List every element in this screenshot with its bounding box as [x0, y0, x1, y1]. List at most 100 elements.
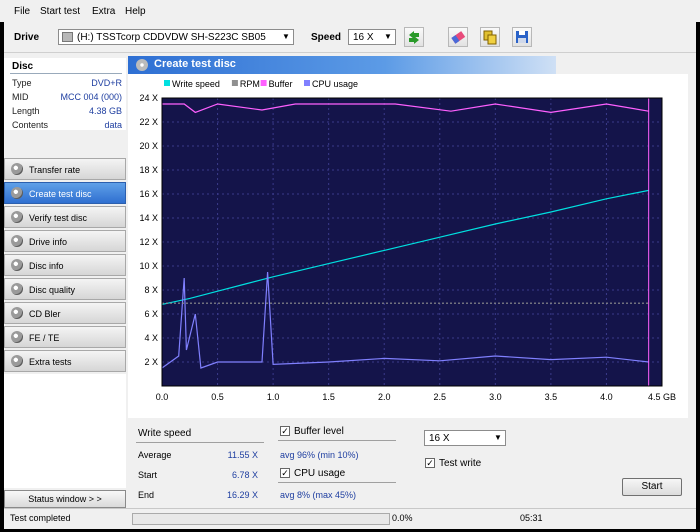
start-value: 6.78 X [231, 470, 258, 480]
cpu-usage-checkbox[interactable]: ✓ [280, 468, 290, 478]
average-label: Average [138, 450, 172, 460]
menu-file[interactable]: File [14, 6, 30, 17]
disc-icon [11, 331, 23, 343]
y-tick-label: 12 X [139, 237, 158, 247]
disc-key: MID [12, 92, 29, 102]
menu-extra[interactable]: Extra [92, 6, 115, 17]
cpu-usage-label: CPU usage [294, 468, 346, 479]
copy-button[interactable] [480, 27, 500, 47]
y-tick-label: 8 X [144, 285, 158, 295]
x-tick-label: 4.5 GB [648, 392, 676, 402]
save-icon [516, 31, 528, 43]
disc-header: Disc [12, 61, 34, 72]
disc-icon [136, 59, 148, 71]
nav-cd-bler[interactable]: CD Bler [4, 302, 126, 324]
x-tick-label: 1.5 [322, 392, 335, 402]
menu-bar: File Start test Extra Help [0, 0, 700, 22]
disc-value: DVD+R [91, 78, 122, 88]
nav-label: Create test disc [29, 189, 92, 199]
disc-icon [11, 259, 23, 271]
nav-transfer-rate[interactable]: Transfer rate [4, 158, 126, 180]
chevron-down-icon: ▼ [282, 32, 290, 41]
legend-swatch [304, 80, 310, 86]
disc-row-mid: MID MCC 004 (000) [12, 92, 124, 104]
start-button[interactable]: Start [622, 478, 682, 496]
nav-fe-te[interactable]: FE / TE [4, 326, 126, 348]
test-write-label: Test write [439, 458, 482, 469]
test-speed-value: 16 X [429, 433, 450, 444]
cpu-usage-value: avg 8% (max 45%) [280, 490, 357, 500]
speed-label: Speed [311, 32, 342, 43]
disc-row-length: Length 4.38 GB [12, 106, 124, 118]
erase-button[interactable] [448, 27, 468, 47]
nav-drive-info[interactable]: Drive info [4, 230, 126, 252]
speed-value: 16 X [353, 32, 374, 43]
disc-value: 4.38 GB [88, 106, 122, 116]
nav-label: Drive info [29, 237, 68, 247]
x-tick-label: 0.0 [156, 392, 169, 402]
nav-label: CD Bler [29, 309, 61, 319]
disc-icon [11, 211, 23, 223]
x-tick-label: 2.0 [378, 392, 391, 402]
start-label: Start [138, 470, 158, 480]
status-text: Test completed [10, 513, 71, 523]
y-tick-label: 22 X [139, 117, 158, 127]
disc-value: data [104, 120, 122, 130]
menu-help[interactable]: Help [125, 6, 146, 17]
y-tick-label: 16 X [139, 189, 158, 199]
save-button[interactable] [512, 27, 532, 47]
x-tick-label: 4.0 [600, 392, 613, 402]
divider [136, 442, 264, 443]
speed-select[interactable]: 16 X ▼ [348, 29, 396, 45]
y-tick-label: 10 X [139, 261, 158, 271]
x-tick-label: 2.5 [434, 392, 447, 402]
nav-label: Disc info [29, 261, 64, 271]
x-tick-label: 3.0 [489, 392, 502, 402]
drive-value: (H:) TSSTcorp CDDVDW SH-S223C SB05 [77, 32, 266, 43]
progress-bar [132, 513, 390, 525]
stats-title: Write speed [138, 428, 192, 439]
x-tick-label: 0.5 [211, 392, 224, 402]
disc-row-type: Type DVD+R [12, 78, 124, 90]
buffer-level-checkbox[interactable]: ✓ [280, 426, 290, 436]
refresh-icon [409, 31, 419, 44]
disc-icon [11, 163, 23, 175]
chart-area: Write speed RPM Buffer CPU usage 2 X 4 X 6 X 8 … [128, 74, 688, 418]
legend-label: Write speed [172, 79, 220, 89]
disc-key: Length [12, 106, 40, 116]
copy-icon [483, 30, 497, 45]
legend-swatch [260, 80, 267, 86]
left-panel: Disc Type DVD+R MID MCC 004 (000) Length 4.… [4, 58, 126, 508]
nav-disc-quality[interactable]: Disc quality [4, 278, 126, 300]
nav-extra-tests[interactable]: Extra tests [4, 350, 126, 372]
nav-disc-info[interactable]: Disc info [4, 254, 126, 276]
nav-label: Extra tests [29, 357, 72, 367]
end-value: 16.29 X [226, 490, 258, 500]
disc-icon [11, 355, 23, 367]
refresh-button[interactable] [404, 27, 424, 47]
nav-label: Verify test disc [29, 213, 88, 223]
y-tick-label: 24 X [139, 93, 158, 103]
disc-info-panel: Disc Type DVD+R MID MCC 004 (000) Length 4.… [4, 58, 126, 130]
test-speed-select[interactable]: 16 X ▼ [424, 430, 506, 446]
test-write-checkbox[interactable]: ✓ [425, 458, 435, 468]
nav-verify-test-disc[interactable]: Verify test disc [4, 206, 126, 228]
panel-title-bar: Create test disc [128, 56, 556, 74]
average-value: 11.55 X [227, 450, 258, 460]
write-speed-chart: Write speed RPM Buffer CPU usage 2 X 4 X 6 X 8 … [128, 74, 688, 418]
nav-create-test-disc[interactable]: Create test disc [4, 182, 126, 204]
chevron-down-icon: ▼ [384, 32, 392, 41]
buffer-level-value: avg 96% (min 10%) [280, 450, 359, 460]
disc-icon [11, 283, 23, 295]
legend-label: Buffer [269, 79, 293, 89]
disc-icon [11, 235, 23, 247]
drive-select[interactable]: (H:) TSSTcorp CDDVDW SH-S223C SB05 ▼ [58, 29, 294, 45]
legend-label: CPU usage [312, 79, 358, 89]
disc-key: Contents [12, 120, 49, 130]
legend-label: RPM [240, 79, 260, 89]
disc-key: Type [12, 78, 32, 88]
progress-percent: 0.0% [392, 513, 413, 523]
disc-icon [11, 187, 23, 199]
menu-start-test[interactable]: Start test [40, 6, 80, 17]
status-window-button[interactable]: Status window > > [4, 490, 126, 508]
